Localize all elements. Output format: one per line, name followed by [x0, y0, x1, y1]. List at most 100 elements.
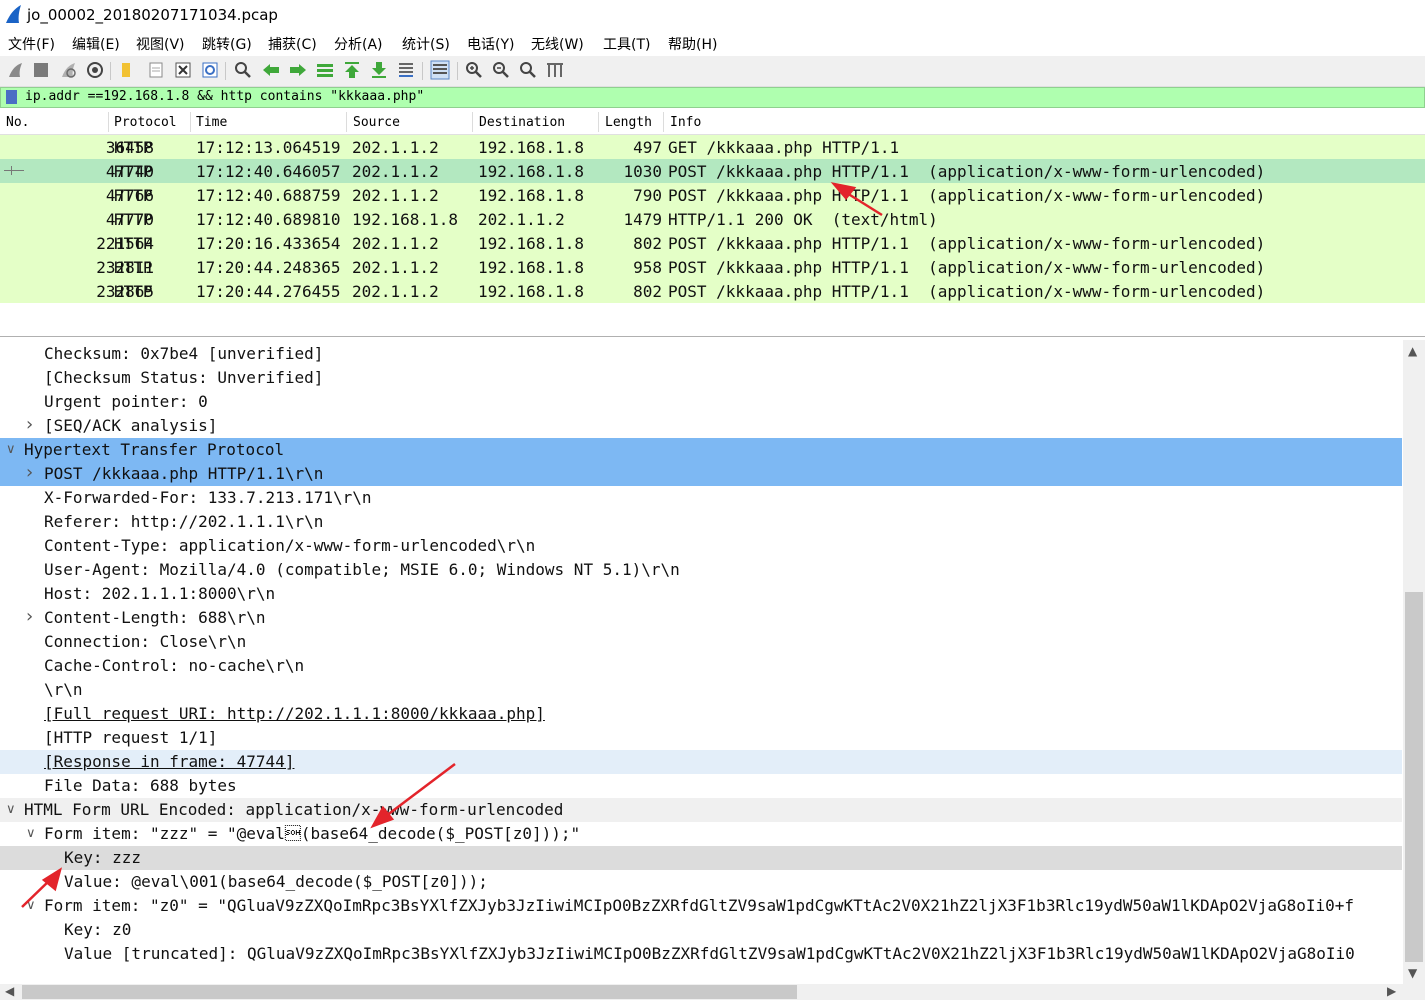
detail-tree-text[interactable]: [Response in frame: 47744] — [44, 752, 294, 771]
display-filter-input[interactable]: ip.addr ==192.168.1.8 && http contains "… — [25, 89, 424, 104]
chevron-down-icon[interactable]: ∨ — [6, 442, 18, 457]
menu-item[interactable]: 分析(A) — [334, 34, 383, 54]
chevron-right-icon[interactable]: › — [26, 462, 38, 483]
bookmark-icon[interactable] — [6, 90, 17, 104]
scroll-down-icon[interactable]: ▼ — [1408, 966, 1420, 980]
detail-tree-item[interactable]: [HTTP request 1/1] — [0, 726, 1402, 750]
detail-tree-text: [HTTP request 1/1] — [44, 728, 218, 747]
column-header-info[interactable]: Info — [670, 115, 701, 130]
detail-tree-item[interactable]: › POST /kkkaaa.php HTTP/1.1\r\n — [0, 462, 1402, 486]
zoom-in-icon[interactable] — [464, 60, 484, 80]
stop-capture-icon[interactable] — [31, 60, 51, 80]
column-header-length[interactable]: Length — [605, 115, 652, 130]
details-horizontal-scrollbar[interactable]: ◀ ▶ — [0, 984, 1403, 1000]
column-header-destination[interactable]: Destination — [479, 115, 565, 130]
menu-item[interactable]: 文件(F) — [8, 34, 55, 54]
detail-tree-item[interactable]: ∨ HTML Form URL Encoded: application/x-ww… — [0, 798, 1402, 822]
detail-tree-item[interactable]: Referer: http://202.1.1.1\r\n — [0, 510, 1402, 534]
detail-tree-item[interactable]: Content-Type: application/x-www-form-url… — [0, 534, 1402, 558]
go-to-packet-icon[interactable] — [315, 60, 335, 80]
packet-info-cell: GET /kkkaaa.php HTTP/1.1 — [668, 138, 900, 157]
menu-item[interactable]: 帮助(H) — [668, 34, 717, 54]
packet-row[interactable]: 232865 HTTP 17:20:44.276455 202.1.1.2 192.16… — [0, 279, 1425, 303]
detail-tree-item[interactable]: Key: zzz — [0, 846, 1402, 870]
display-filter-bar[interactable]: ip.addr ==192.168.1.8 && http contains "… — [0, 87, 1425, 108]
detail-tree-text: [Checksum Status: Unverified] — [44, 368, 324, 387]
detail-tree-item[interactable]: Key: z0 — [0, 918, 1402, 942]
packet-protocol-cell: HTTP — [114, 258, 153, 277]
chevron-right-icon[interactable]: › — [26, 606, 38, 627]
detail-tree-item[interactable]: [Response in frame: 47744] — [0, 750, 1402, 774]
column-header-no[interactable]: No. — [6, 115, 29, 130]
scroll-right-icon[interactable]: ▶ — [1387, 984, 1396, 998]
detail-tree-item[interactable]: [Full request URI: http://202.1.1.1:8000… — [0, 702, 1402, 726]
detail-tree-item[interactable]: ∨ Form item: "zzz" = "@eval(base64_decod… — [0, 822, 1402, 846]
chevron-down-icon[interactable]: ∨ — [26, 898, 38, 913]
scrollbar-thumb[interactable] — [1405, 592, 1423, 962]
resize-columns-icon[interactable] — [545, 60, 565, 80]
scrollbar-thumb[interactable] — [22, 985, 797, 999]
scroll-left-icon[interactable]: ◀ — [5, 984, 14, 998]
menu-item[interactable]: 编辑(E) — [72, 34, 120, 54]
go-forward-icon[interactable] — [288, 60, 308, 80]
start-capture-icon[interactable] — [5, 60, 25, 80]
menu-item[interactable]: 电话(Y) — [467, 34, 514, 54]
packet-row[interactable]: 36458 HTTP 17:12:13.064519 202.1.1.2 192.168… — [0, 135, 1425, 159]
detail-tree-item[interactable]: User-Agent: Mozilla/4.0 (compatible; MSI… — [0, 558, 1402, 582]
chevron-down-icon[interactable]: ∨ — [6, 802, 18, 817]
menu-item[interactable]: 捕获(C) — [268, 34, 317, 54]
packet-row[interactable]: 47766 HTTP 17:12:40.688759 202.1.1.2 192.168… — [0, 183, 1425, 207]
detail-tree-item[interactable]: Connection: Close\r\n — [0, 630, 1402, 654]
go-back-icon[interactable] — [261, 60, 281, 80]
detail-tree-item[interactable]: File Data: 688 bytes — [0, 774, 1402, 798]
scroll-up-icon[interactable]: ▲ — [1408, 344, 1420, 358]
last-packet-icon[interactable] — [369, 60, 389, 80]
column-header-protocol[interactable]: Protocol — [114, 115, 177, 130]
normal-size-icon[interactable] — [518, 60, 538, 80]
details-vertical-scrollbar[interactable]: ▲ ▼ — [1403, 340, 1425, 985]
detail-tree-item[interactable]: Cache-Control: no-cache\r\n — [0, 654, 1402, 678]
zoom-out-icon[interactable] — [491, 60, 511, 80]
menu-item[interactable]: 无线(W) — [531, 34, 584, 54]
packet-destination-cell: 202.1.1.2 — [478, 210, 565, 229]
chevron-down-icon[interactable]: ∨ — [26, 826, 38, 841]
detail-tree-item[interactable]: \r\n — [0, 678, 1402, 702]
scroll-corner — [1403, 984, 1425, 1000]
column-header-source[interactable]: Source — [353, 115, 400, 130]
detail-tree-item[interactable]: ∨ Hypertext Transfer Protocol — [0, 438, 1402, 462]
menu-item[interactable]: 视图(V) — [136, 34, 185, 54]
detail-tree-item[interactable]: Host: 202.1.1.1:8000\r\n — [0, 582, 1402, 606]
detail-tree-item[interactable]: Value [truncated]: QGluaV9zZXQoImRpc3BsY… — [0, 942, 1402, 966]
autoscroll-icon[interactable] — [396, 60, 416, 80]
menu-item[interactable]: 工具(T) — [603, 34, 650, 54]
packet-time-cell: 17:12:40.688759 — [196, 186, 341, 205]
detail-tree-text[interactable]: [Full request URI: http://202.1.1.1:8000… — [44, 704, 545, 723]
chevron-right-icon[interactable]: › — [26, 414, 38, 435]
first-packet-icon[interactable] — [342, 60, 362, 80]
detail-tree-item[interactable]: Urgent pointer: 0 — [0, 390, 1402, 414]
packet-row[interactable]: 47770 HTTP 17:12:40.689810 192.168.1.8 202.1… — [0, 207, 1425, 231]
open-file-icon[interactable] — [117, 60, 137, 80]
menu-item[interactable]: 跳转(G) — [202, 34, 252, 54]
detail-tree-item[interactable]: Checksum: 0x7be4 [unverified] — [0, 342, 1402, 366]
capture-options-icon[interactable] — [85, 60, 105, 80]
column-header-time[interactable]: Time — [196, 115, 227, 130]
packet-row[interactable]: 232811 HTTP 17:20:44.248365 202.1.1.2 192.16… — [0, 255, 1425, 279]
close-file-icon[interactable] — [173, 60, 193, 80]
packet-destination-cell: 192.168.1.8 — [478, 282, 584, 301]
detail-tree-item[interactable]: ∨ Form item: "z0" = "QGluaV9zZXQoImRpc3Bs… — [0, 894, 1402, 918]
packet-row[interactable]: 221564 HTTP 17:20:16.433654 202.1.1.2 192.16… — [0, 231, 1425, 255]
reload-file-icon[interactable] — [200, 60, 220, 80]
detail-tree-item[interactable]: › Content-Length: 688\r\n — [0, 606, 1402, 630]
detail-tree-item[interactable]: Value: @eval\001(base64_decode($_POST[z0… — [0, 870, 1402, 894]
find-packet-icon[interactable] — [233, 60, 253, 80]
colorize-icon[interactable] — [430, 60, 450, 80]
detail-tree-item[interactable]: [Checksum Status: Unverified] — [0, 366, 1402, 390]
menu-item[interactable]: 统计(S) — [402, 34, 450, 54]
detail-tree-item[interactable]: X-Forwarded-For: 133.7.213.171\r\n — [0, 486, 1402, 510]
detail-tree-text: File Data: 688 bytes — [44, 776, 237, 795]
restart-capture-icon[interactable] — [58, 60, 78, 80]
save-file-icon[interactable] — [146, 60, 166, 80]
packet-row[interactable]: 47740 HTTP 17:12:40.646057 202.1.1.2 192.168… — [0, 159, 1425, 183]
detail-tree-item[interactable]: › [SEQ/ACK analysis] — [0, 414, 1402, 438]
